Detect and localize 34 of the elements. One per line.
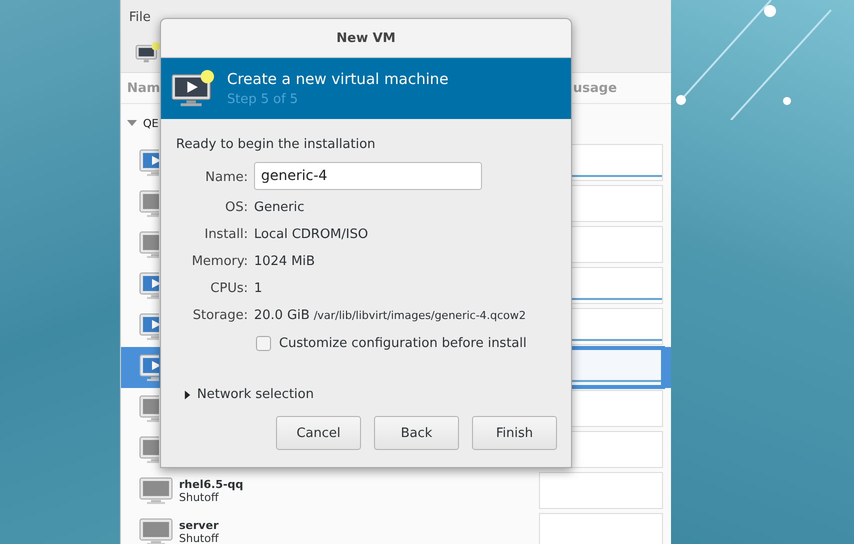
customize-checkbox[interactable]: Customize configuration before install: [256, 329, 557, 357]
field-value: 20.0 GiB: [254, 307, 310, 325]
field-label: OS:: [224, 199, 248, 217]
field-label: Storage:: [192, 307, 248, 325]
expander-label: Network selection: [197, 387, 314, 402]
network-expander[interactable]: Network selection: [176, 387, 314, 402]
intro-text: Ready to begin the installation: [176, 137, 376, 152]
vm-name: rhel6.5-qq: [179, 478, 244, 490]
field-label: Memory:: [190, 253, 248, 271]
menu-item[interactable]: File: [129, 10, 151, 24]
vm-status: Shutoff: [179, 490, 220, 504]
new-monitor-icon: [171, 68, 217, 108]
new-vm-icon[interactable]: [135, 42, 161, 64]
dialog-button[interactable]: Finish: [472, 416, 557, 450]
group-label[interactable]: QE: [143, 116, 159, 130]
field-value: 1024 MiB: [254, 253, 315, 271]
step-label: Step 5 of 5: [227, 92, 300, 107]
vm-name: server: [179, 518, 220, 532]
field-label: Install:: [203, 226, 248, 244]
field-value: Generic: [254, 199, 304, 217]
header-title: Create a new virtual machine: [227, 70, 449, 88]
field-value: Local CDROM/ISO: [254, 226, 368, 244]
field-label: Name:: [204, 168, 248, 186]
dialog-title: New VM: [161, 19, 571, 58]
dialog-button[interactable]: Cancel: [276, 416, 361, 450]
storage-path: /var/lib/libvirt/images/generic-4.qcow2: [314, 308, 526, 324]
name-input[interactable]: generic-4: [254, 162, 482, 190]
dialog-button[interactable]: Back: [374, 416, 459, 450]
field-label: CPUs:: [209, 280, 248, 298]
expander-icon: [184, 390, 191, 400]
vm-status: Shutoff: [179, 532, 220, 544]
checkbox[interactable]: [256, 336, 271, 350]
field-value: 1: [254, 280, 262, 298]
expander-icon[interactable]: [127, 118, 137, 128]
